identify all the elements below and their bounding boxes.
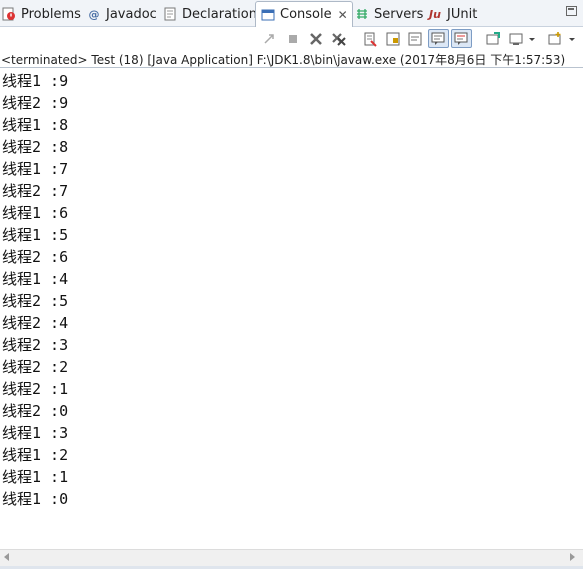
output-line: 线程1 :4: [2, 270, 69, 288]
tab-label: Servers: [374, 6, 424, 22]
tab-problems[interactable]: Problems: [1, 2, 81, 26]
tab-label: Declaration: [182, 6, 257, 22]
tab-servers[interactable]: Servers: [354, 2, 423, 26]
output-line: 线程2 :3: [2, 336, 69, 354]
remove-icon[interactable]: [308, 31, 324, 47]
output-line: 线程1 :3: [2, 424, 69, 442]
junit-icon: Ju: [429, 7, 441, 21]
tab-console[interactable]: Console ✕: [255, 1, 353, 27]
tab-label: JUnit: [447, 6, 478, 22]
pin-console-icon[interactable]: [485, 31, 501, 47]
output-line: 线程1 :8: [2, 116, 69, 134]
show-console-on-output-icon[interactable]: [428, 29, 449, 48]
output-line: 线程1 :6: [2, 204, 69, 222]
output-line: 线程2 :7: [2, 182, 69, 200]
output-line: 线程1 :5: [2, 226, 69, 244]
output-line: 线程2 :2: [2, 358, 69, 376]
declaration-icon: [162, 6, 178, 22]
close-icon[interactable]: ✕: [338, 8, 348, 22]
output-line: 线程2 :9: [2, 94, 69, 112]
remove-all-icon[interactable]: [331, 31, 347, 47]
output-line: 线程1 :1: [2, 468, 69, 486]
output-line: 线程2 :1: [2, 380, 69, 398]
remove-launch-icon[interactable]: [261, 31, 277, 47]
servers-icon: [354, 6, 370, 22]
output-line: 线程1 :2: [2, 446, 69, 464]
console-output[interactable]: 线程1 :9 线程2 :9 线程1 :8 线程2 :8 线程1 :7 线程2 :7 线程1 …: [0, 68, 583, 548]
output-line: 线程1 :9: [2, 72, 69, 90]
output-line: 线程1 :7: [2, 160, 69, 178]
display-selected-console-icon[interactable]: [508, 31, 524, 47]
view-tab-bar: Problems @ Javadoc Declaration Console ✕…: [0, 0, 583, 27]
horizontal-scrollbar[interactable]: [0, 549, 583, 566]
chevron-down-icon[interactable]: [568, 31, 576, 47]
tab-label: Console: [280, 7, 332, 22]
scroll-lock-icon[interactable]: [385, 31, 401, 47]
terminate-icon[interactable]: [285, 31, 301, 47]
javadoc-icon: @: [88, 7, 100, 21]
tab-declaration[interactable]: Declaration: [162, 2, 257, 26]
tab-javadoc[interactable]: @ Javadoc: [86, 2, 157, 26]
scroll-left-icon[interactable]: [4, 553, 9, 561]
tab-label: Problems: [21, 6, 81, 22]
show-console-on-error-icon[interactable]: [451, 29, 472, 48]
output-line: 线程2 :0: [2, 402, 69, 420]
open-console-icon[interactable]: [547, 31, 563, 47]
tab-junit[interactable]: Ju JUnit: [427, 2, 477, 26]
tab-label: Javadoc: [106, 6, 157, 22]
word-wrap-icon[interactable]: [407, 31, 423, 47]
output-line: 线程2 :8: [2, 138, 69, 156]
output-line: 线程2 :4: [2, 314, 69, 332]
scroll-right-icon[interactable]: [570, 553, 575, 561]
problems-icon: [1, 6, 17, 22]
output-line: 线程1 :0: [2, 490, 69, 508]
console-icon: [260, 7, 276, 23]
chevron-down-icon[interactable]: [528, 31, 536, 47]
output-line: 线程2 :5: [2, 292, 69, 310]
clear-console-icon[interactable]: [362, 31, 378, 47]
console-toolbar: [0, 27, 583, 51]
output-line: 线程2 :6: [2, 248, 69, 266]
maximize-icon[interactable]: [566, 6, 577, 16]
launch-status: <terminated> Test (18) [Java Application…: [0, 51, 583, 68]
